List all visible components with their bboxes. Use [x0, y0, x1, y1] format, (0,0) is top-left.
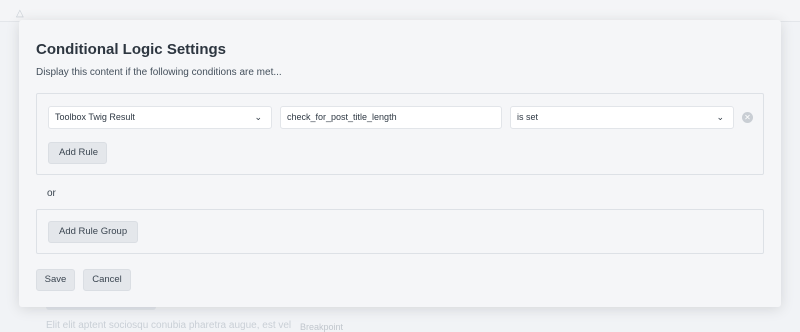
- add-rule-button[interactable]: Add Rule: [48, 142, 107, 164]
- bell-icon: △: [16, 8, 24, 19]
- modal-title: Conditional Logic Settings: [36, 41, 226, 58]
- rule-source-value: Toolbox Twig Result: [55, 112, 135, 122]
- save-button[interactable]: Save: [36, 269, 75, 291]
- rule-value-input[interactable]: check_for_post_title_length: [280, 106, 502, 129]
- rule-group: Toolbox Twig Result ⌄ check_for_post_tit…: [36, 93, 764, 175]
- or-label: or: [47, 188, 56, 199]
- background-topbar: △: [0, 0, 800, 22]
- modal-subtitle: Display this content if the following co…: [36, 67, 282, 78]
- conditional-logic-modal: Conditional Logic Settings Display this …: [19, 20, 781, 307]
- rule-operator-select[interactable]: is set ⌄: [510, 106, 734, 129]
- close-circle-icon[interactable]: ✕: [742, 112, 753, 123]
- chevron-down-icon: ⌄: [254, 112, 262, 122]
- cancel-button[interactable]: Cancel: [83, 269, 131, 291]
- chevron-down-icon: ⌄: [716, 112, 724, 122]
- rule-operator-value: is set: [517, 112, 539, 122]
- background-body-text: Elit elit aptent sociosqu conubia pharet…: [46, 320, 292, 331]
- rule-group-empty: Add Rule Group: [36, 209, 764, 254]
- add-rule-group-button[interactable]: Add Rule Group: [48, 221, 138, 243]
- rule-value-text: check_for_post_title_length: [287, 112, 397, 122]
- rule-source-select[interactable]: Toolbox Twig Result ⌄: [48, 106, 272, 129]
- background-field-label: Breakpoint: [300, 322, 344, 332]
